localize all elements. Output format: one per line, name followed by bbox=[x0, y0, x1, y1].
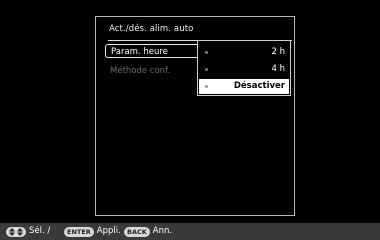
bullet-icon bbox=[205, 68, 208, 71]
enter-hint: ENTER Appli. bbox=[64, 226, 121, 237]
back-hint: BACK Ann. bbox=[124, 226, 172, 237]
menu-item-label: Méthode conf. bbox=[110, 66, 171, 76]
option-label: 2 h bbox=[271, 47, 286, 57]
dialog-title: Act./dés. alim. auto bbox=[109, 24, 194, 34]
option-2h[interactable]: 2 h bbox=[199, 45, 289, 60]
bullet-icon bbox=[205, 51, 208, 54]
option-4h[interactable]: 4 h bbox=[199, 62, 289, 77]
up-down-arrows-icon bbox=[6, 226, 26, 237]
help-bar: Sél. / ENTER Appli. BACK Ann. bbox=[0, 223, 380, 240]
back-badge: BACK bbox=[124, 226, 150, 237]
enter-badge: ENTER bbox=[64, 226, 94, 237]
menu-item-param-heure[interactable]: Param. heure bbox=[105, 44, 202, 58]
screen: Act./dés. alim. auto Param. heure Méthod… bbox=[0, 0, 380, 240]
menu-item-methode-conf[interactable]: Méthode conf. bbox=[105, 64, 202, 78]
option-label: 4 h bbox=[271, 64, 286, 74]
option-label: Désactiver bbox=[233, 81, 285, 91]
duration-submenu: 2 h 4 h Désactiver bbox=[197, 40, 291, 96]
back-label: Ann. bbox=[152, 226, 173, 236]
bullet-icon bbox=[205, 85, 208, 88]
option-desactiver[interactable]: Désactiver bbox=[199, 79, 289, 94]
select-label: Sél. / bbox=[29, 226, 51, 236]
enter-label: Appli. bbox=[96, 226, 121, 236]
select-hint: Sél. / bbox=[6, 226, 50, 237]
menu-item-label: Param. heure bbox=[111, 47, 168, 57]
